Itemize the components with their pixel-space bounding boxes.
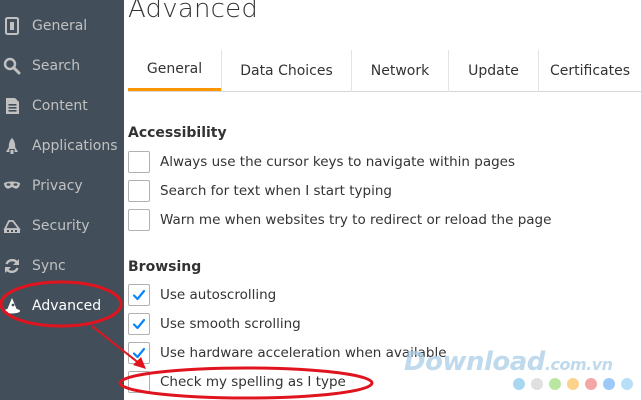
watermark-dot: [531, 378, 543, 390]
checkbox-warn-redirect[interactable]: [128, 209, 150, 231]
option-label: Use smooth scrolling: [160, 316, 301, 332]
search-icon: [2, 56, 22, 76]
sidebar-item-label: Security: [32, 218, 90, 234]
sidebar-item-label: Sync: [32, 258, 66, 274]
sidebar-item-security[interactable]: Security: [0, 206, 124, 246]
sidebar-item-label: Search: [32, 58, 81, 74]
sidebar-item-general[interactable]: General: [0, 6, 124, 46]
sidebar-item-applications[interactable]: Applications: [0, 126, 124, 166]
watermark-dot: [513, 378, 525, 390]
watermark: Download.com.vn: [404, 347, 613, 377]
sidebar-item-label: General: [32, 18, 88, 34]
checkmark-icon: [132, 347, 146, 359]
sync-icon: [2, 256, 22, 276]
sidebar-item-privacy[interactable]: Privacy: [0, 166, 124, 206]
page-title: Advanced: [128, 0, 259, 24]
mask-icon: [2, 176, 22, 196]
checkbox-autoscrolling[interactable]: [128, 284, 150, 306]
content-icon: [2, 96, 22, 116]
tab-update[interactable]: Update: [449, 50, 538, 91]
sidebar-item-label: Privacy: [32, 178, 83, 194]
sidebar-item-search[interactable]: Search: [0, 46, 124, 86]
checkbox-hardware-acceleration[interactable]: [128, 342, 150, 364]
checkbox-spell-check[interactable]: [128, 371, 150, 393]
browsing-heading: Browsing: [128, 259, 202, 275]
checkbox-cursor-keys[interactable]: [128, 151, 150, 173]
watermark-dot: [603, 378, 615, 390]
watermark-dot: [549, 378, 561, 390]
tab-certificates[interactable]: Certificates: [539, 50, 641, 91]
watermark-dot: [621, 378, 633, 390]
checkmark-icon: [132, 318, 146, 330]
watermark-text: Download: [404, 347, 545, 377]
watermark-dot: [585, 378, 597, 390]
option-label: Warn me when websites try to redirect or…: [160, 212, 552, 228]
option-smooth-scrolling[interactable]: Use smooth scrolling: [128, 313, 301, 335]
checkbox-smooth-scrolling[interactable]: [128, 313, 150, 335]
checkmark-icon: [132, 289, 146, 301]
security-icon: [2, 216, 22, 236]
option-autoscrolling[interactable]: Use autoscrolling: [128, 284, 276, 306]
sidebar-item-label: Content: [32, 98, 88, 114]
option-search-typing[interactable]: Search for text when I start typing: [128, 180, 392, 202]
sidebar-item-advanced[interactable]: Advanced: [0, 286, 124, 326]
accessibility-heading: Accessibility: [128, 125, 227, 141]
watermark-dot: [567, 378, 579, 390]
wizard-hat-icon: [2, 296, 22, 316]
general-icon: [2, 16, 22, 36]
sidebar-item-label: Advanced: [32, 298, 102, 314]
option-label: Check my spelling as I type: [160, 374, 346, 390]
checkbox-search-typing[interactable]: [128, 180, 150, 202]
option-spell-check[interactable]: Check my spelling as I type: [128, 371, 346, 393]
tab-general[interactable]: General: [128, 50, 221, 91]
option-label: Always use the cursor keys to navigate w…: [160, 154, 516, 170]
watermark-dots: [513, 378, 633, 390]
tab-network[interactable]: Network: [352, 50, 448, 91]
option-warn-redirect[interactable]: Warn me when websites try to redirect or…: [128, 209, 551, 231]
rocket-icon: [2, 136, 22, 156]
option-cursor-keys[interactable]: Always use the cursor keys to navigate w…: [128, 151, 515, 173]
option-label: Use autoscrolling: [160, 287, 277, 303]
tab-data-choices[interactable]: Data Choices: [222, 50, 351, 91]
watermark-suffix: .com.vn: [544, 355, 613, 374]
option-label: Search for text when I start typing: [160, 183, 392, 199]
sidebar-item-label: Applications: [32, 138, 118, 154]
sidebar-item-sync[interactable]: Sync: [0, 246, 124, 286]
option-hardware-acceleration[interactable]: Use hardware acceleration when available: [128, 342, 447, 364]
tab-bar: General Data Choices Network Update Cert…: [128, 50, 641, 92]
sidebar-item-content[interactable]: Content: [0, 86, 124, 126]
sidebar: General Search Content Applications Priv…: [0, 0, 124, 400]
